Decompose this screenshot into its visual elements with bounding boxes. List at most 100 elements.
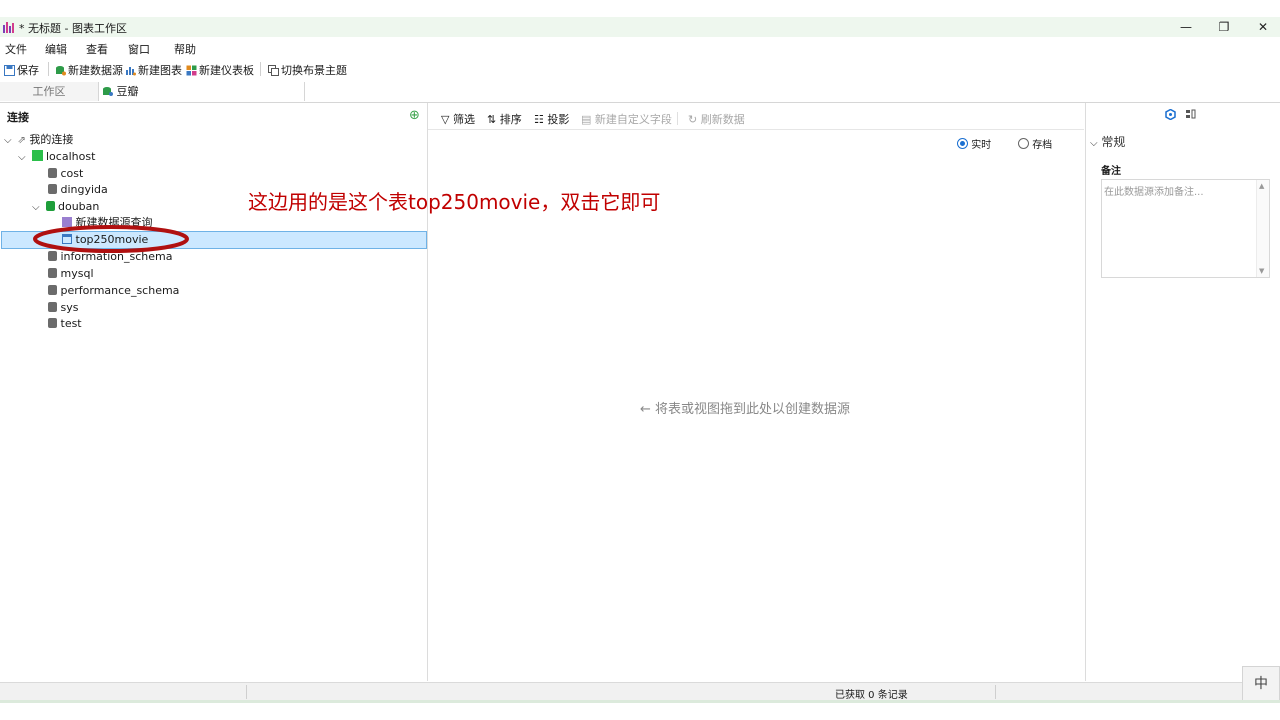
datasource-icon: [102, 83, 113, 96]
add-connection-icon[interactable]: ⊕: [409, 108, 420, 123]
db-label: mysql: [60, 267, 94, 280]
bottom-border: [0, 700, 1280, 703]
app-logo-icon: [3, 22, 14, 33]
menu-file[interactable]: 文件: [5, 41, 27, 57]
sort-icon: ⇅: [487, 113, 497, 126]
filter-button[interactable]: ▽ 筛选: [441, 111, 475, 127]
theme-icon: [268, 64, 279, 76]
new-datasource-label: 新建数据源: [68, 64, 123, 77]
connection-icon: ⇗: [17, 135, 26, 146]
tree-db-dingyida[interactable]: dingyida: [48, 181, 108, 198]
new-chart-button[interactable]: 新建图表: [125, 62, 182, 78]
ime-indicator[interactable]: 中: [1242, 666, 1280, 702]
tab-douban-label: 豆瓣: [116, 85, 139, 98]
tab-bar: 工作区 豆瓣: [0, 82, 1280, 103]
db-label: sys: [60, 301, 79, 314]
tree-root-label: 我的连接: [29, 133, 74, 146]
db-label: douban: [58, 200, 100, 213]
database-icon: [48, 268, 57, 278]
chart-icon: [126, 66, 136, 75]
tab-workspace[interactable]: 工作区: [0, 82, 99, 101]
projection-label: 投影: [547, 113, 570, 126]
general-section-header[interactable]: ⌵ 常规: [1090, 133, 1125, 150]
tree-db-douban[interactable]: ⌵ douban: [32, 198, 99, 215]
tree-db-test[interactable]: test: [48, 315, 82, 332]
tree-root[interactable]: ⌵ ⇗ 我的连接: [4, 131, 73, 148]
tree-db-mysql[interactable]: mysql: [48, 265, 94, 282]
mode-archive-label: 存档: [1032, 140, 1053, 151]
filter-icon: ▽: [441, 113, 450, 126]
minimize-button[interactable]: —: [1166, 17, 1206, 37]
arrow-left-icon: ←: [640, 402, 651, 417]
save-icon: [4, 64, 15, 76]
scroll-up-icon[interactable]: ▲: [1259, 182, 1264, 190]
properties-icon[interactable]: [1165, 109, 1176, 120]
notes-label: 备注: [1101, 166, 1121, 177]
tree-db-performance-schema[interactable]: performance_schema: [48, 282, 179, 299]
filter-label: 筛选: [452, 113, 475, 126]
server-icon: [31, 150, 43, 161]
refresh-button[interactable]: ↻ 刷新数据: [688, 111, 745, 127]
database-icon: [48, 302, 57, 312]
drop-hint: ← 将表或视图拖到此处以创建数据源: [640, 398, 850, 417]
notes-textarea[interactable]: 在此数据源添加备注... ▲ ▼: [1101, 179, 1270, 278]
status-bar: 已获取 0 条记录: [0, 682, 1280, 701]
sort-button[interactable]: ⇅ 排序: [487, 111, 522, 127]
new-datasource-button[interactable]: 新建数据源: [55, 62, 123, 78]
new-custom-field-label: 新建自定义字段: [594, 113, 672, 126]
refresh-icon: ↻: [688, 113, 698, 126]
layout-icon[interactable]: [1185, 109, 1196, 120]
db-label: performance_schema: [60, 284, 180, 297]
close-button[interactable]: ✕: [1243, 17, 1280, 37]
menu-window[interactable]: 窗口: [128, 41, 150, 57]
mode-realtime-radio[interactable]: 实时: [957, 136, 991, 151]
menu-view[interactable]: 查看: [86, 41, 108, 57]
save-label: 保存: [17, 64, 39, 77]
tree-host[interactable]: ⌵ localhost: [18, 148, 95, 165]
notes-placeholder: 在此数据源添加备注...: [1104, 187, 1204, 198]
tab-workspace-label: 工作区: [32, 85, 66, 98]
general-section-label: 常规: [1101, 135, 1126, 149]
ime-label: 中: [1254, 676, 1268, 692]
radio-checked-icon: [957, 138, 968, 149]
title-bar: * 无标题 - 图表工作区 — ❐ ✕: [0, 17, 1280, 37]
datasource-icon: [56, 65, 66, 75]
record-count: 已获取 0 条记录: [835, 690, 908, 701]
chevron-down-icon: ⌵: [32, 202, 40, 213]
menu-edit[interactable]: 编辑: [45, 41, 67, 57]
notes-scrollbar[interactable]: ▲ ▼: [1256, 180, 1269, 277]
db-label: test: [60, 317, 82, 330]
chevron-down-icon: ⌵: [4, 135, 12, 146]
connections-title: 连接: [7, 111, 29, 124]
projection-button[interactable]: ☷ 投影: [534, 111, 569, 127]
sort-label: 排序: [499, 113, 522, 126]
new-dashboard-button[interactable]: 新建仪表板: [186, 62, 254, 78]
switch-theme-button[interactable]: 切换布景主题: [268, 62, 347, 78]
mode-archive-radio[interactable]: 存档: [1018, 136, 1052, 151]
new-custom-field-button[interactable]: ▤ 新建自定义字段: [581, 111, 672, 127]
mode-realtime-label: 实时: [971, 140, 992, 151]
chevron-down-icon: ⌵: [18, 152, 26, 163]
db-label: dingyida: [60, 183, 108, 196]
restore-button[interactable]: ❐: [1204, 17, 1244, 37]
switch-theme-label: 切换布景主题: [281, 64, 347, 77]
menu-bar: 文件 编辑 查看 窗口 帮助: [0, 38, 1280, 58]
database-icon: [48, 285, 57, 295]
tree-db-sys[interactable]: sys: [48, 299, 78, 316]
chevron-down-icon: ⌵: [1090, 138, 1098, 149]
main-toolbar: 保存 新建数据源 新建图表 新建仪表板 切换布景主题: [0, 59, 1280, 79]
save-button[interactable]: 保存: [4, 62, 39, 78]
tree-db-cost[interactable]: cost: [48, 165, 83, 182]
menu-help[interactable]: 帮助: [174, 41, 196, 57]
dashboard-icon: [186, 65, 197, 75]
projection-icon: ☷: [534, 113, 544, 126]
new-chart-label: 新建图表: [138, 64, 182, 77]
annotation-ellipse: [33, 225, 189, 253]
refresh-label: 刷新数据: [700, 113, 745, 126]
database-icon: [48, 318, 57, 328]
new-dashboard-label: 新建仪表板: [199, 64, 254, 77]
toolbar-divider: [48, 62, 49, 76]
database-icon: [48, 184, 57, 194]
tab-douban[interactable]: 豆瓣: [99, 82, 305, 101]
scroll-down-icon[interactable]: ▼: [1259, 267, 1264, 275]
